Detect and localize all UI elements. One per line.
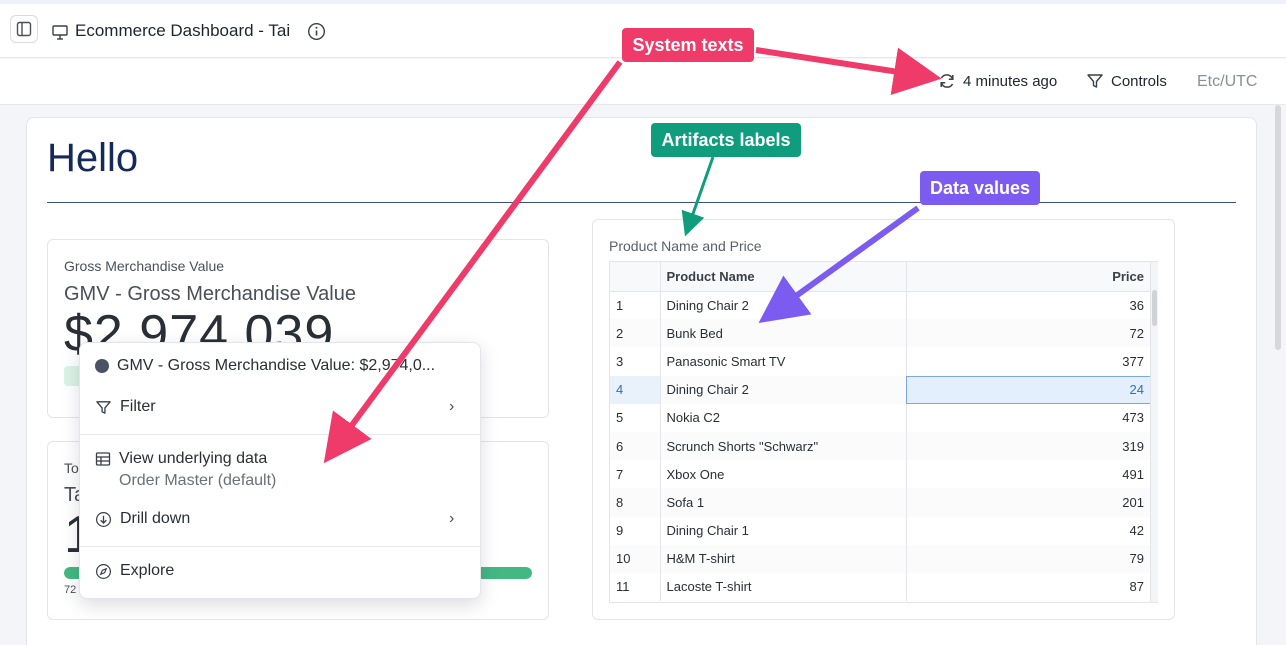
table-row[interactable]: 2 Bunk Bed 72 bbox=[610, 319, 1151, 348]
table-cell-index[interactable]: 4 bbox=[610, 375, 661, 404]
table-cell-index[interactable]: 2 bbox=[610, 319, 661, 348]
chevron-right-icon: › bbox=[449, 510, 455, 527]
menu-item-filter[interactable]: Filter bbox=[95, 398, 156, 416]
dashboard-title: Ecommerce Dashboard - Tai bbox=[75, 21, 291, 40]
info-icon[interactable] bbox=[307, 22, 326, 41]
table-cell-price[interactable]: 79 bbox=[906, 544, 1151, 573]
table-cell-index[interactable]: 8 bbox=[610, 488, 661, 517]
annotation-data-values: Data values bbox=[920, 171, 1040, 205]
table-cell-index[interactable]: 6 bbox=[610, 431, 661, 461]
table-cell-product-name[interactable]: Dining Chair 1 bbox=[660, 516, 907, 545]
table-cell-product-name[interactable]: Bunk Bed bbox=[660, 319, 907, 348]
annotation-artifacts-labels: Artifacts labels bbox=[651, 123, 801, 157]
table-cell-index[interactable]: 5 bbox=[610, 403, 661, 432]
table-icon bbox=[95, 452, 111, 466]
table-cell-product-name[interactable]: Nokia C2 bbox=[660, 403, 907, 432]
table-cell-price[interactable]: 24 bbox=[906, 375, 1151, 404]
menu-item-drill-down-label: Drill down bbox=[120, 510, 191, 527]
table-row[interactable]: 8 Sofa 1 201 bbox=[610, 488, 1151, 517]
table-cell-index[interactable]: 7 bbox=[610, 460, 661, 489]
menu-item-view-data-sublabel: Order Master (default) bbox=[119, 472, 277, 489]
table-row[interactable]: 7 Xbox One 491 bbox=[610, 460, 1151, 489]
table-cell-product-name[interactable]: Panasonic Smart TV bbox=[660, 347, 907, 376]
table-cell-price[interactable]: 72 bbox=[906, 319, 1151, 348]
table-row[interactable]: 3 Panasonic Smart TV 377 bbox=[610, 347, 1151, 376]
menu-item-filter-label: Filter bbox=[120, 398, 156, 415]
controls-button[interactable]: Controls bbox=[1086, 72, 1167, 90]
section-heading: Hello bbox=[47, 136, 139, 180]
table-cell-price[interactable]: 377 bbox=[906, 347, 1151, 375]
table-cell-product-name[interactable]: Lacoste T-shirt bbox=[660, 572, 907, 602]
column-header-product-name[interactable]: Product Name bbox=[660, 262, 907, 292]
compass-icon bbox=[95, 563, 112, 579]
heading-divider bbox=[47, 202, 1236, 203]
menu-item-series-value[interactable]: GMV - Gross Merchandise Value: $2,974,0.… bbox=[95, 357, 435, 375]
page-scrollbar[interactable] bbox=[1275, 105, 1281, 350]
table-cell-product-name[interactable]: H&M T-shirt bbox=[660, 544, 907, 573]
sidebar-toggle-icon bbox=[16, 21, 32, 37]
menu-item-explore[interactable]: Explore bbox=[95, 562, 174, 580]
refresh-button[interactable]: 4 minutes ago bbox=[938, 72, 1057, 90]
table-cell-product-name[interactable]: Dining Chair 2 bbox=[660, 375, 907, 404]
table-row[interactable]: 10 H&M T-shirt 79 bbox=[610, 544, 1151, 573]
controls-label: Controls bbox=[1111, 72, 1167, 90]
sidebar-toggle-button[interactable] bbox=[10, 15, 38, 43]
filter-icon bbox=[1087, 74, 1103, 88]
timezone-label[interactable]: Etc/UTC bbox=[1197, 73, 1257, 91]
table-row[interactable]: 5 Nokia C2 473 bbox=[610, 403, 1151, 432]
table-header-row: Product Name Price bbox=[610, 262, 1151, 292]
table-row[interactable]: 11 Lacoste T-shirt 87 bbox=[610, 572, 1151, 602]
menu-item-view-underlying-data[interactable]: View underlying data bbox=[95, 450, 267, 468]
gmv-card-label: Gross Merchandise Value bbox=[64, 258, 225, 274]
context-menu bbox=[79, 342, 481, 599]
annotation-system-texts: System texts bbox=[622, 28, 754, 62]
menu-item-series-label: GMV - Gross Merchandise Value: $2,974,0.… bbox=[117, 357, 436, 374]
gmv-card-title: GMV - Gross Merchandise Value bbox=[64, 283, 356, 305]
table-cell-index[interactable]: 9 bbox=[610, 516, 661, 545]
menu-item-view-data-label: View underlying data bbox=[119, 450, 268, 467]
table-cell-product-name[interactable]: Scrunch Shorts "Schwarz" bbox=[660, 431, 907, 461]
progress-caption: 72 bbox=[64, 584, 77, 596]
presentation-icon bbox=[52, 25, 68, 40]
table-cell-price[interactable]: 36 bbox=[906, 291, 1151, 319]
drill-down-icon bbox=[95, 511, 112, 527]
column-header-index bbox=[610, 262, 661, 292]
table-cell-price[interactable]: 491 bbox=[906, 460, 1151, 488]
filter-icon bbox=[96, 400, 111, 414]
second-card-label: To bbox=[64, 460, 79, 476]
table-cell-index[interactable]: 10 bbox=[610, 544, 661, 573]
menu-item-explore-label: Explore bbox=[120, 562, 175, 579]
table-cell-price[interactable]: 319 bbox=[906, 431, 1151, 461]
table-row[interactable]: 6 Scrunch Shorts "Schwarz" 319 bbox=[610, 431, 1151, 461]
table-cell-index[interactable]: 11 bbox=[610, 572, 661, 602]
column-header-price[interactable]: Price bbox=[906, 262, 1151, 292]
table-cell-product-name[interactable]: Sofa 1 bbox=[660, 488, 907, 517]
table-row[interactable]: 9 Dining Chair 1 42 bbox=[610, 516, 1151, 545]
table-cell-index[interactable]: 1 bbox=[610, 291, 661, 320]
menu-divider bbox=[80, 546, 480, 547]
series-dot-icon bbox=[95, 359, 109, 373]
table-cell-product-name[interactable]: Xbox One bbox=[660, 460, 907, 489]
grid-scrollbar-thumb[interactable] bbox=[1152, 290, 1157, 326]
table-card-title: Product Name and Price bbox=[609, 238, 762, 254]
refresh-icon bbox=[940, 74, 954, 88]
refresh-label: 4 minutes ago bbox=[963, 72, 1058, 90]
table-cell-price[interactable]: 42 bbox=[906, 517, 1151, 545]
chevron-right-icon: › bbox=[449, 398, 455, 415]
table-cell-index[interactable]: 3 bbox=[610, 347, 661, 376]
menu-divider bbox=[80, 434, 480, 435]
table-cell-price[interactable]: 87 bbox=[906, 573, 1151, 601]
table-cell-product-name[interactable]: Dining Chair 2 bbox=[660, 291, 907, 320]
data-grid: Product Name Price 1 Dining Chair 2 36 2 Bun… bbox=[609, 261, 1158, 603]
table-cell-price[interactable]: 473 bbox=[906, 404, 1151, 432]
table-cell-price[interactable]: 201 bbox=[906, 488, 1151, 517]
table-row[interactable]: 4 Dining Chair 2 24 bbox=[610, 375, 1151, 404]
menu-item-drill-down[interactable]: Drill down bbox=[95, 510, 190, 528]
table-row[interactable]: 1 Dining Chair 2 36 bbox=[610, 291, 1151, 320]
